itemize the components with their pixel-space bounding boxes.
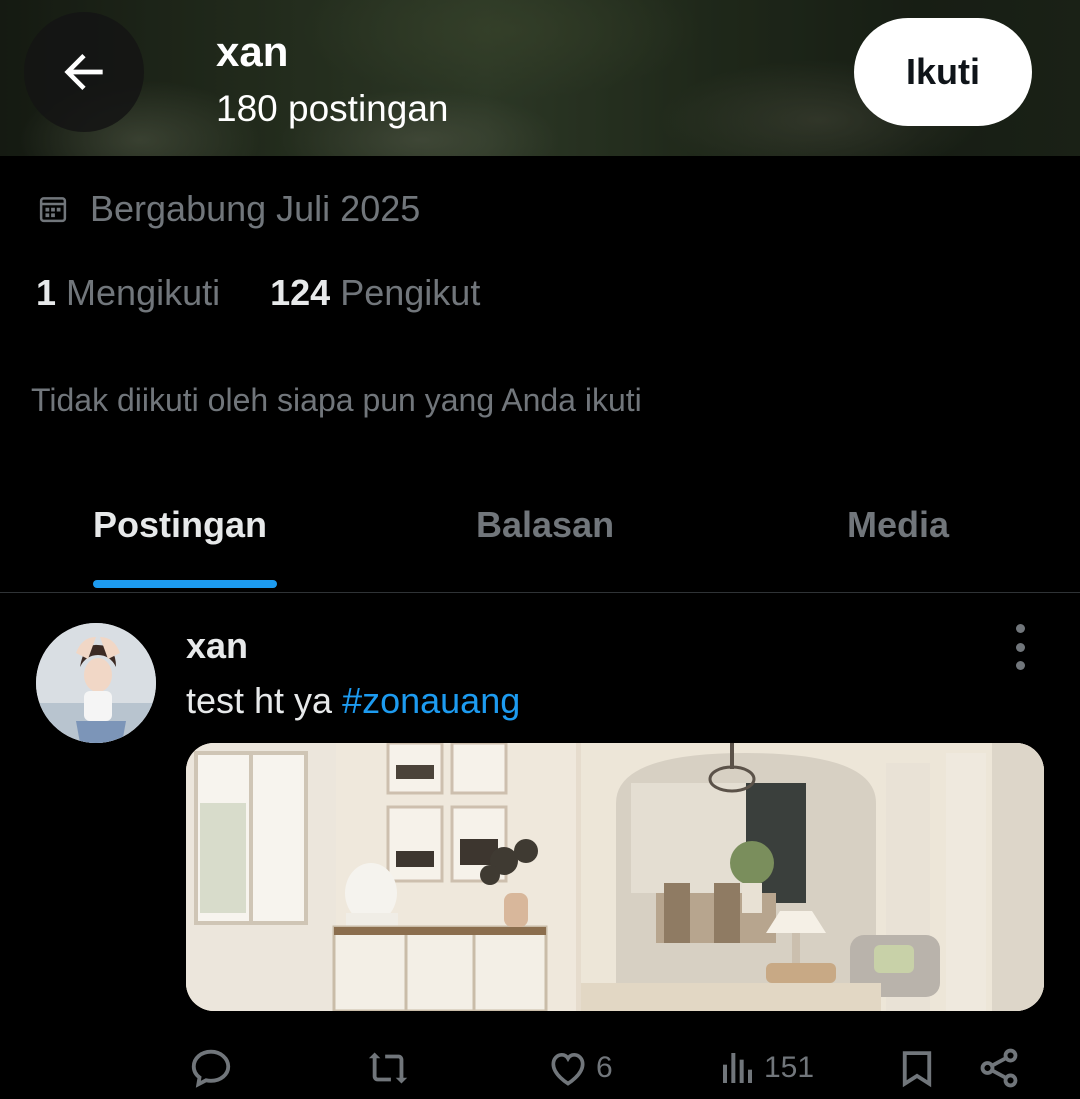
view-count: 151: [764, 1051, 815, 1084]
joined-date: Bergabung Juli 2025: [90, 188, 421, 229]
arrow-left-icon: [64, 54, 103, 90]
following-label: Mengikuti: [66, 272, 221, 313]
views-icon: [723, 1053, 752, 1083]
more-options-icon[interactable]: [1004, 624, 1036, 670]
reply-button[interactable]: [188, 1040, 234, 1096]
followers-count: 124: [270, 272, 331, 313]
tab-postingan[interactable]: Postingan: [93, 504, 267, 546]
follow-button[interactable]: Ikuti: [854, 18, 1032, 126]
tab-media[interactable]: Media: [847, 504, 949, 546]
header-title: xan: [216, 28, 289, 75]
post-image[interactable]: [186, 743, 1044, 1011]
interior-photo: [186, 743, 1044, 1011]
followers-label: Pengikut: [340, 272, 481, 313]
views-button[interactable]: 151: [718, 1040, 814, 1096]
post-text: test ht ya #zonauang: [186, 680, 520, 722]
tab-balasan[interactable]: Balasan: [476, 504, 614, 546]
post-count: 180 postingan: [216, 88, 449, 129]
bookmark-button[interactable]: [896, 1040, 938, 1096]
post-body: test ht ya: [186, 680, 343, 721]
divider: [0, 592, 1080, 593]
active-tab-indicator: [93, 580, 277, 588]
calendar-icon: [39, 197, 67, 223]
share-button[interactable]: [976, 1040, 1022, 1096]
avatar-image: [36, 623, 156, 743]
bookmark-icon: [902, 1051, 932, 1088]
reply-icon: [191, 1049, 231, 1088]
heart-icon: [551, 1052, 585, 1086]
profile-tabs: Postingan Balasan Media: [0, 480, 1080, 593]
like-count: 6: [596, 1051, 613, 1084]
repost-button[interactable]: [364, 1040, 414, 1096]
back-button[interactable]: [24, 12, 144, 132]
like-button[interactable]: 6: [546, 1040, 613, 1096]
avatar[interactable]: [36, 623, 156, 743]
repost-icon: [368, 1052, 408, 1084]
followers-link[interactable]: 124 Pengikut: [270, 272, 480, 314]
joined-date-row: Bergabung Juli 2025: [38, 188, 420, 230]
share-icon: [980, 1048, 1018, 1088]
following-count: 1: [36, 272, 57, 313]
post-author-name[interactable]: xan: [186, 625, 248, 667]
profile-header-banner: xan 180 postingan Ikuti: [0, 0, 1080, 156]
follow-stats: 1 Mengikuti 124 Pengikut: [36, 272, 480, 314]
mutual-followers-text: Tidak diikuti oleh siapa pun yang Anda i…: [31, 382, 642, 418]
hashtag-link[interactable]: #zonauang: [342, 680, 520, 721]
following-link[interactable]: 1 Mengikuti: [36, 272, 220, 314]
post-actions: 6 151: [0, 1040, 1080, 1096]
